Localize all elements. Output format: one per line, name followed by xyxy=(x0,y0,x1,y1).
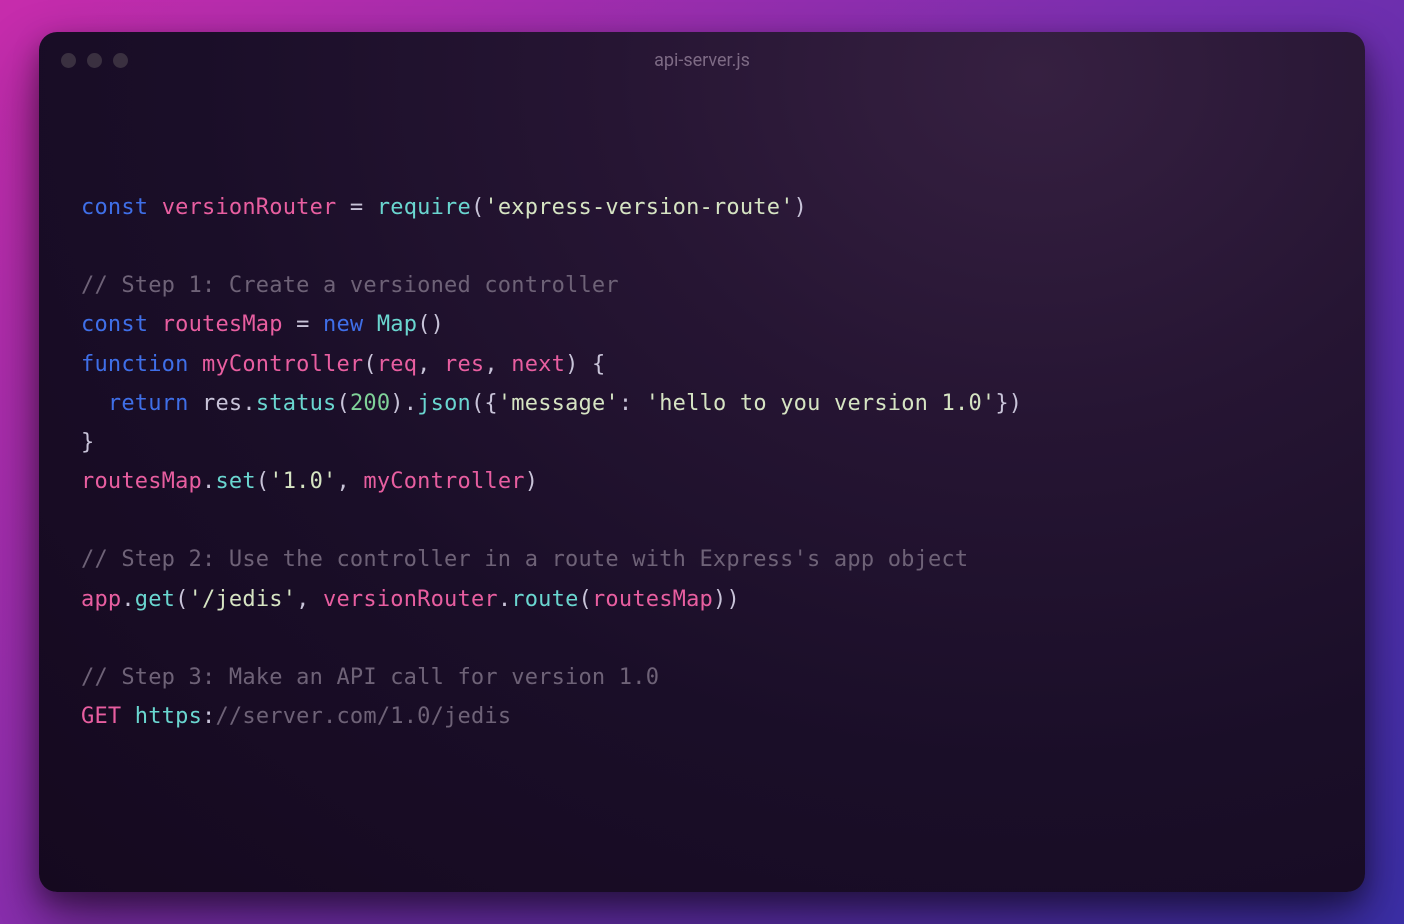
method-status: status xyxy=(256,391,337,416)
maximize-icon[interactable] xyxy=(113,53,128,68)
paren-close: ) xyxy=(726,587,739,612)
http-method-get: GET xyxy=(81,704,121,729)
url-scheme: https xyxy=(135,704,202,729)
ident-app: app xyxy=(81,587,121,612)
comma: , xyxy=(417,352,444,377)
paren-close: ) xyxy=(794,195,807,220)
method-route: route xyxy=(511,587,578,612)
paren-open: ( xyxy=(579,587,592,612)
paren-open: ( xyxy=(256,469,269,494)
dot: . xyxy=(498,587,511,612)
comment-step3: // Step 3: Make an API call for version … xyxy=(81,665,659,690)
string-literal: '/jedis' xyxy=(189,587,297,612)
ident-myController: myController xyxy=(202,352,363,377)
url-rest: //server.com/1.0/jedis xyxy=(215,704,511,729)
window-controls xyxy=(61,53,128,68)
string-literal: 'express-version-route' xyxy=(484,195,793,220)
keyword-return: return xyxy=(108,391,189,416)
paren-close-brace: ) { xyxy=(565,352,605,377)
editor-window: api-server.js const versionRouter = requ… xyxy=(39,32,1365,892)
paren-close: ) xyxy=(713,587,726,612)
string-key: 'message' xyxy=(498,391,619,416)
dot: . xyxy=(121,587,134,612)
close-icon[interactable] xyxy=(61,53,76,68)
number-200: 200 xyxy=(350,391,390,416)
comment-step1: // Step 1: Create a versioned controller xyxy=(81,273,619,298)
ident-routesMap: routesMap xyxy=(592,587,713,612)
ident-res: res xyxy=(202,391,242,416)
operator-equals: = xyxy=(283,312,323,337)
code-area: const versionRouter = require('express-v… xyxy=(39,88,1365,778)
colon: : xyxy=(619,391,646,416)
colon: : xyxy=(202,704,215,729)
fn-require: require xyxy=(377,195,471,220)
param-res: res xyxy=(444,352,484,377)
title-bar: api-server.js xyxy=(39,32,1365,88)
brace-close: } xyxy=(81,430,94,455)
space xyxy=(121,704,134,729)
param-next: next xyxy=(511,352,565,377)
string-literal: '1.0' xyxy=(269,469,336,494)
paren-close: ) xyxy=(525,469,538,494)
indent xyxy=(81,391,108,416)
keyword-new: new xyxy=(323,312,363,337)
comma: , xyxy=(337,469,364,494)
comma: , xyxy=(296,587,323,612)
keyword-const: const xyxy=(81,195,148,220)
ident-routesMap: routesMap xyxy=(81,469,202,494)
space xyxy=(189,391,202,416)
paren-brace-open: ({ xyxy=(471,391,498,416)
keyword-const: const xyxy=(81,312,148,337)
paren-close: ) xyxy=(390,391,403,416)
paren-open: ( xyxy=(175,587,188,612)
brace-paren-close: }) xyxy=(995,391,1022,416)
ident-versionRouter: versionRouter xyxy=(162,195,337,220)
paren-open: ( xyxy=(336,391,349,416)
ident-routesMap: routesMap xyxy=(162,312,283,337)
file-title: api-server.js xyxy=(39,50,1365,71)
dot: . xyxy=(242,391,255,416)
method-json: json xyxy=(417,391,471,416)
minimize-icon[interactable] xyxy=(87,53,102,68)
paren-open: ( xyxy=(363,352,376,377)
paren-open: ( xyxy=(471,195,484,220)
class-Map: Map xyxy=(377,312,417,337)
param-req: req xyxy=(377,352,417,377)
dot: . xyxy=(404,391,417,416)
dot: . xyxy=(202,469,215,494)
keyword-function: function xyxy=(81,352,189,377)
ident-versionRouter: versionRouter xyxy=(323,587,498,612)
ident-myController: myController xyxy=(363,469,524,494)
operator-equals: = xyxy=(336,195,376,220)
comment-step2: // Step 2: Use the controller in a route… xyxy=(81,547,968,572)
method-set: set xyxy=(215,469,255,494)
method-get: get xyxy=(135,587,175,612)
string-value: 'hello to you version 1.0' xyxy=(646,391,996,416)
comma: , xyxy=(484,352,511,377)
parens: () xyxy=(417,312,444,337)
